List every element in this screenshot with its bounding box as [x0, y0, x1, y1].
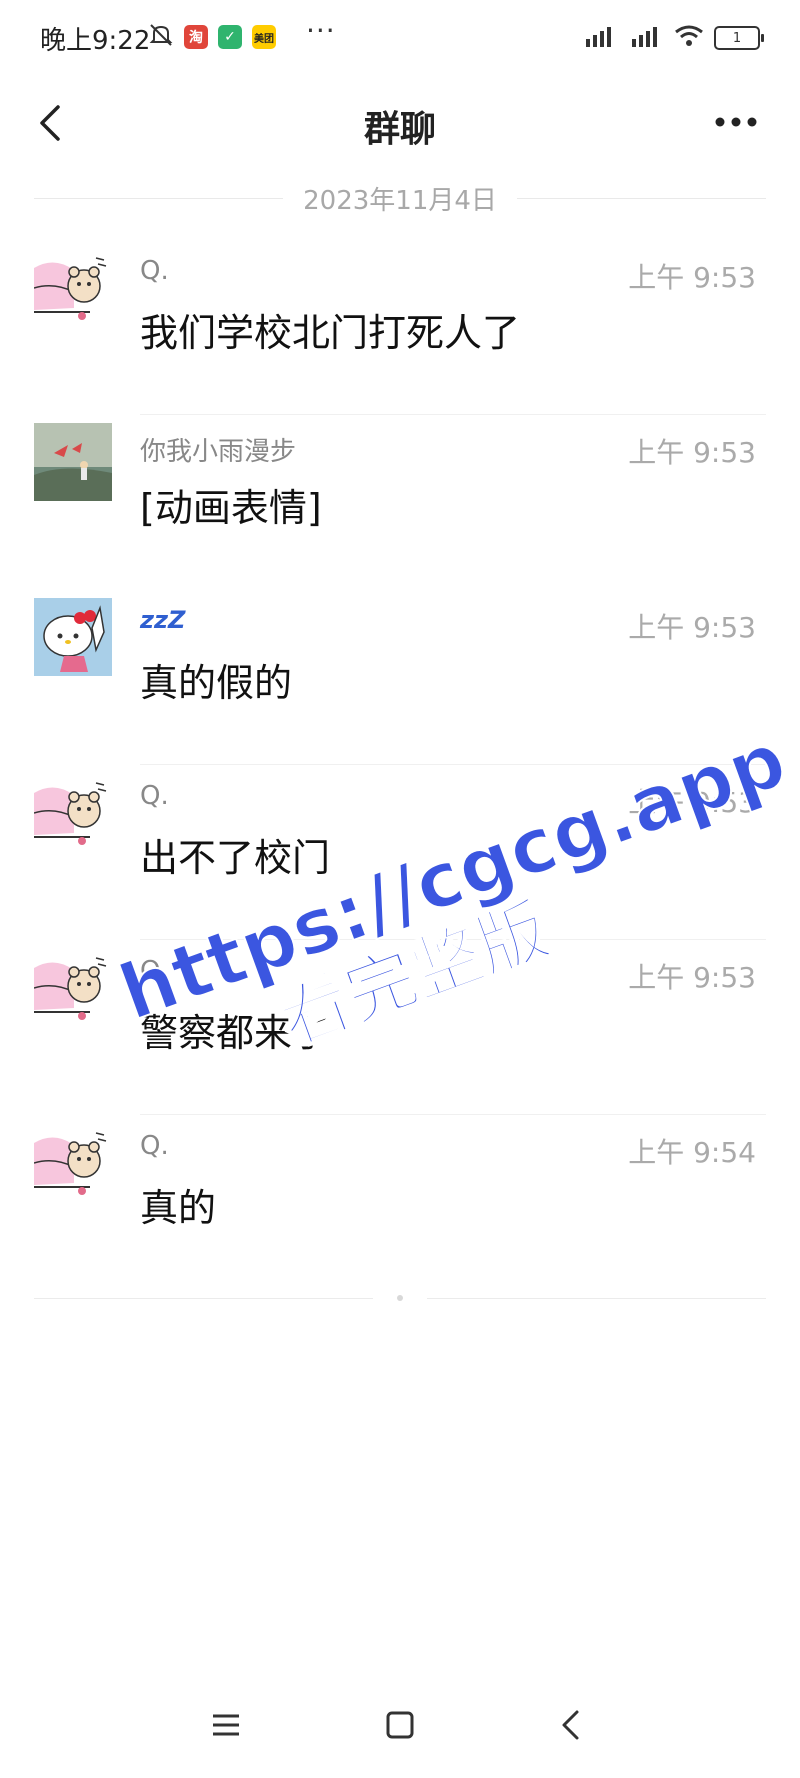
menu-button[interactable] — [196, 1700, 256, 1750]
message-text: 警察都来了 — [140, 1011, 331, 1055]
message-text: 真的假的 — [140, 661, 293, 705]
meituan-icon: 美团 — [252, 25, 276, 49]
message-item[interactable]: Q. 上午 9:53 我们学校北门打死人了 — [0, 240, 800, 415]
message-item[interactable]: Q. 上午 9:54 真的 — [0, 1115, 800, 1290]
chat-header: 群聊 — [0, 72, 800, 172]
divider-dot — [397, 1295, 403, 1301]
divider-line — [34, 1297, 373, 1299]
avatar[interactable] — [34, 423, 112, 501]
system-nav-bar — [0, 1690, 800, 1760]
message-time: 上午 9:53 — [628, 611, 756, 644]
status-bar: 晚上9:22 淘 ✓ 美团 ··· 1 — [0, 0, 800, 72]
avatar[interactable] — [34, 1123, 112, 1201]
status-time: 晚上9:22 — [40, 26, 151, 56]
message-item[interactable]: zzZ 上午 9:53 真的假的 — [0, 590, 800, 765]
nav-back-button[interactable] — [540, 1700, 600, 1750]
message-text: [动画表情] — [140, 486, 322, 530]
message-text: 出不了校门 — [140, 836, 331, 880]
avatar[interactable] — [34, 598, 112, 676]
date-divider: 2023年11月4日 — [34, 178, 767, 218]
avatar[interactable] — [34, 773, 112, 851]
divider-line — [427, 1297, 766, 1299]
menu-icon — [213, 1714, 239, 1736]
status-right: 1 — [582, 24, 764, 52]
status-app-icons: 淘 ✓ 美团 — [148, 22, 276, 52]
battery-icon: 1 — [714, 26, 764, 50]
mute-icon — [148, 22, 174, 52]
message-time: 上午 9:54 — [628, 1136, 756, 1169]
avatar[interactable] — [34, 248, 112, 326]
divider-line — [516, 197, 767, 199]
message-sender: Q. — [140, 956, 169, 986]
taobao-icon: 淘 — [184, 25, 208, 49]
avatar[interactable] — [34, 948, 112, 1026]
page-title: 群聊 — [363, 109, 436, 150]
message-time: 上午 9:53 — [628, 436, 756, 469]
message-sender: Q. — [140, 1131, 169, 1161]
status-overflow: ··· — [306, 14, 336, 47]
more-icon — [715, 117, 757, 127]
chevron-left-icon — [562, 1710, 579, 1740]
date-label: 2023年11月4日 — [303, 185, 497, 216]
signal-icon — [628, 25, 664, 51]
message-text: 真的 — [140, 1186, 217, 1230]
signal-icon — [582, 25, 618, 51]
message-sender: zzZ — [140, 606, 186, 634]
message-item[interactable]: 你我小雨漫步 上午 9:53 [动画表情] — [0, 415, 800, 590]
home-icon — [386, 1711, 414, 1739]
security-icon: ✓ — [218, 25, 242, 49]
message-sender: Q. — [140, 256, 169, 286]
wifi-icon — [674, 24, 704, 52]
more-button[interactable] — [708, 104, 764, 140]
divider-line — [34, 197, 284, 199]
message-item[interactable]: Q. 上午 9:53 出不了校门 — [0, 765, 800, 940]
message-time: 上午 9:53 — [628, 786, 756, 819]
list-end-divider — [34, 1292, 766, 1304]
message-time: 上午 9:53 — [628, 261, 756, 294]
message-time: 上午 9:53 — [628, 961, 756, 994]
message-list: Q. 上午 9:53 我们学校北门打死人了 你我小雨漫步 上午 9:53 [动画… — [0, 240, 800, 1290]
message-text: 我们学校北门打死人了 — [140, 311, 521, 355]
message-sender: 你我小雨漫步 — [140, 437, 297, 467]
home-button[interactable] — [370, 1700, 430, 1750]
message-sender: Q. — [140, 781, 169, 811]
message-item[interactable]: Q. 上午 9:53 警察都来了 — [0, 940, 800, 1115]
